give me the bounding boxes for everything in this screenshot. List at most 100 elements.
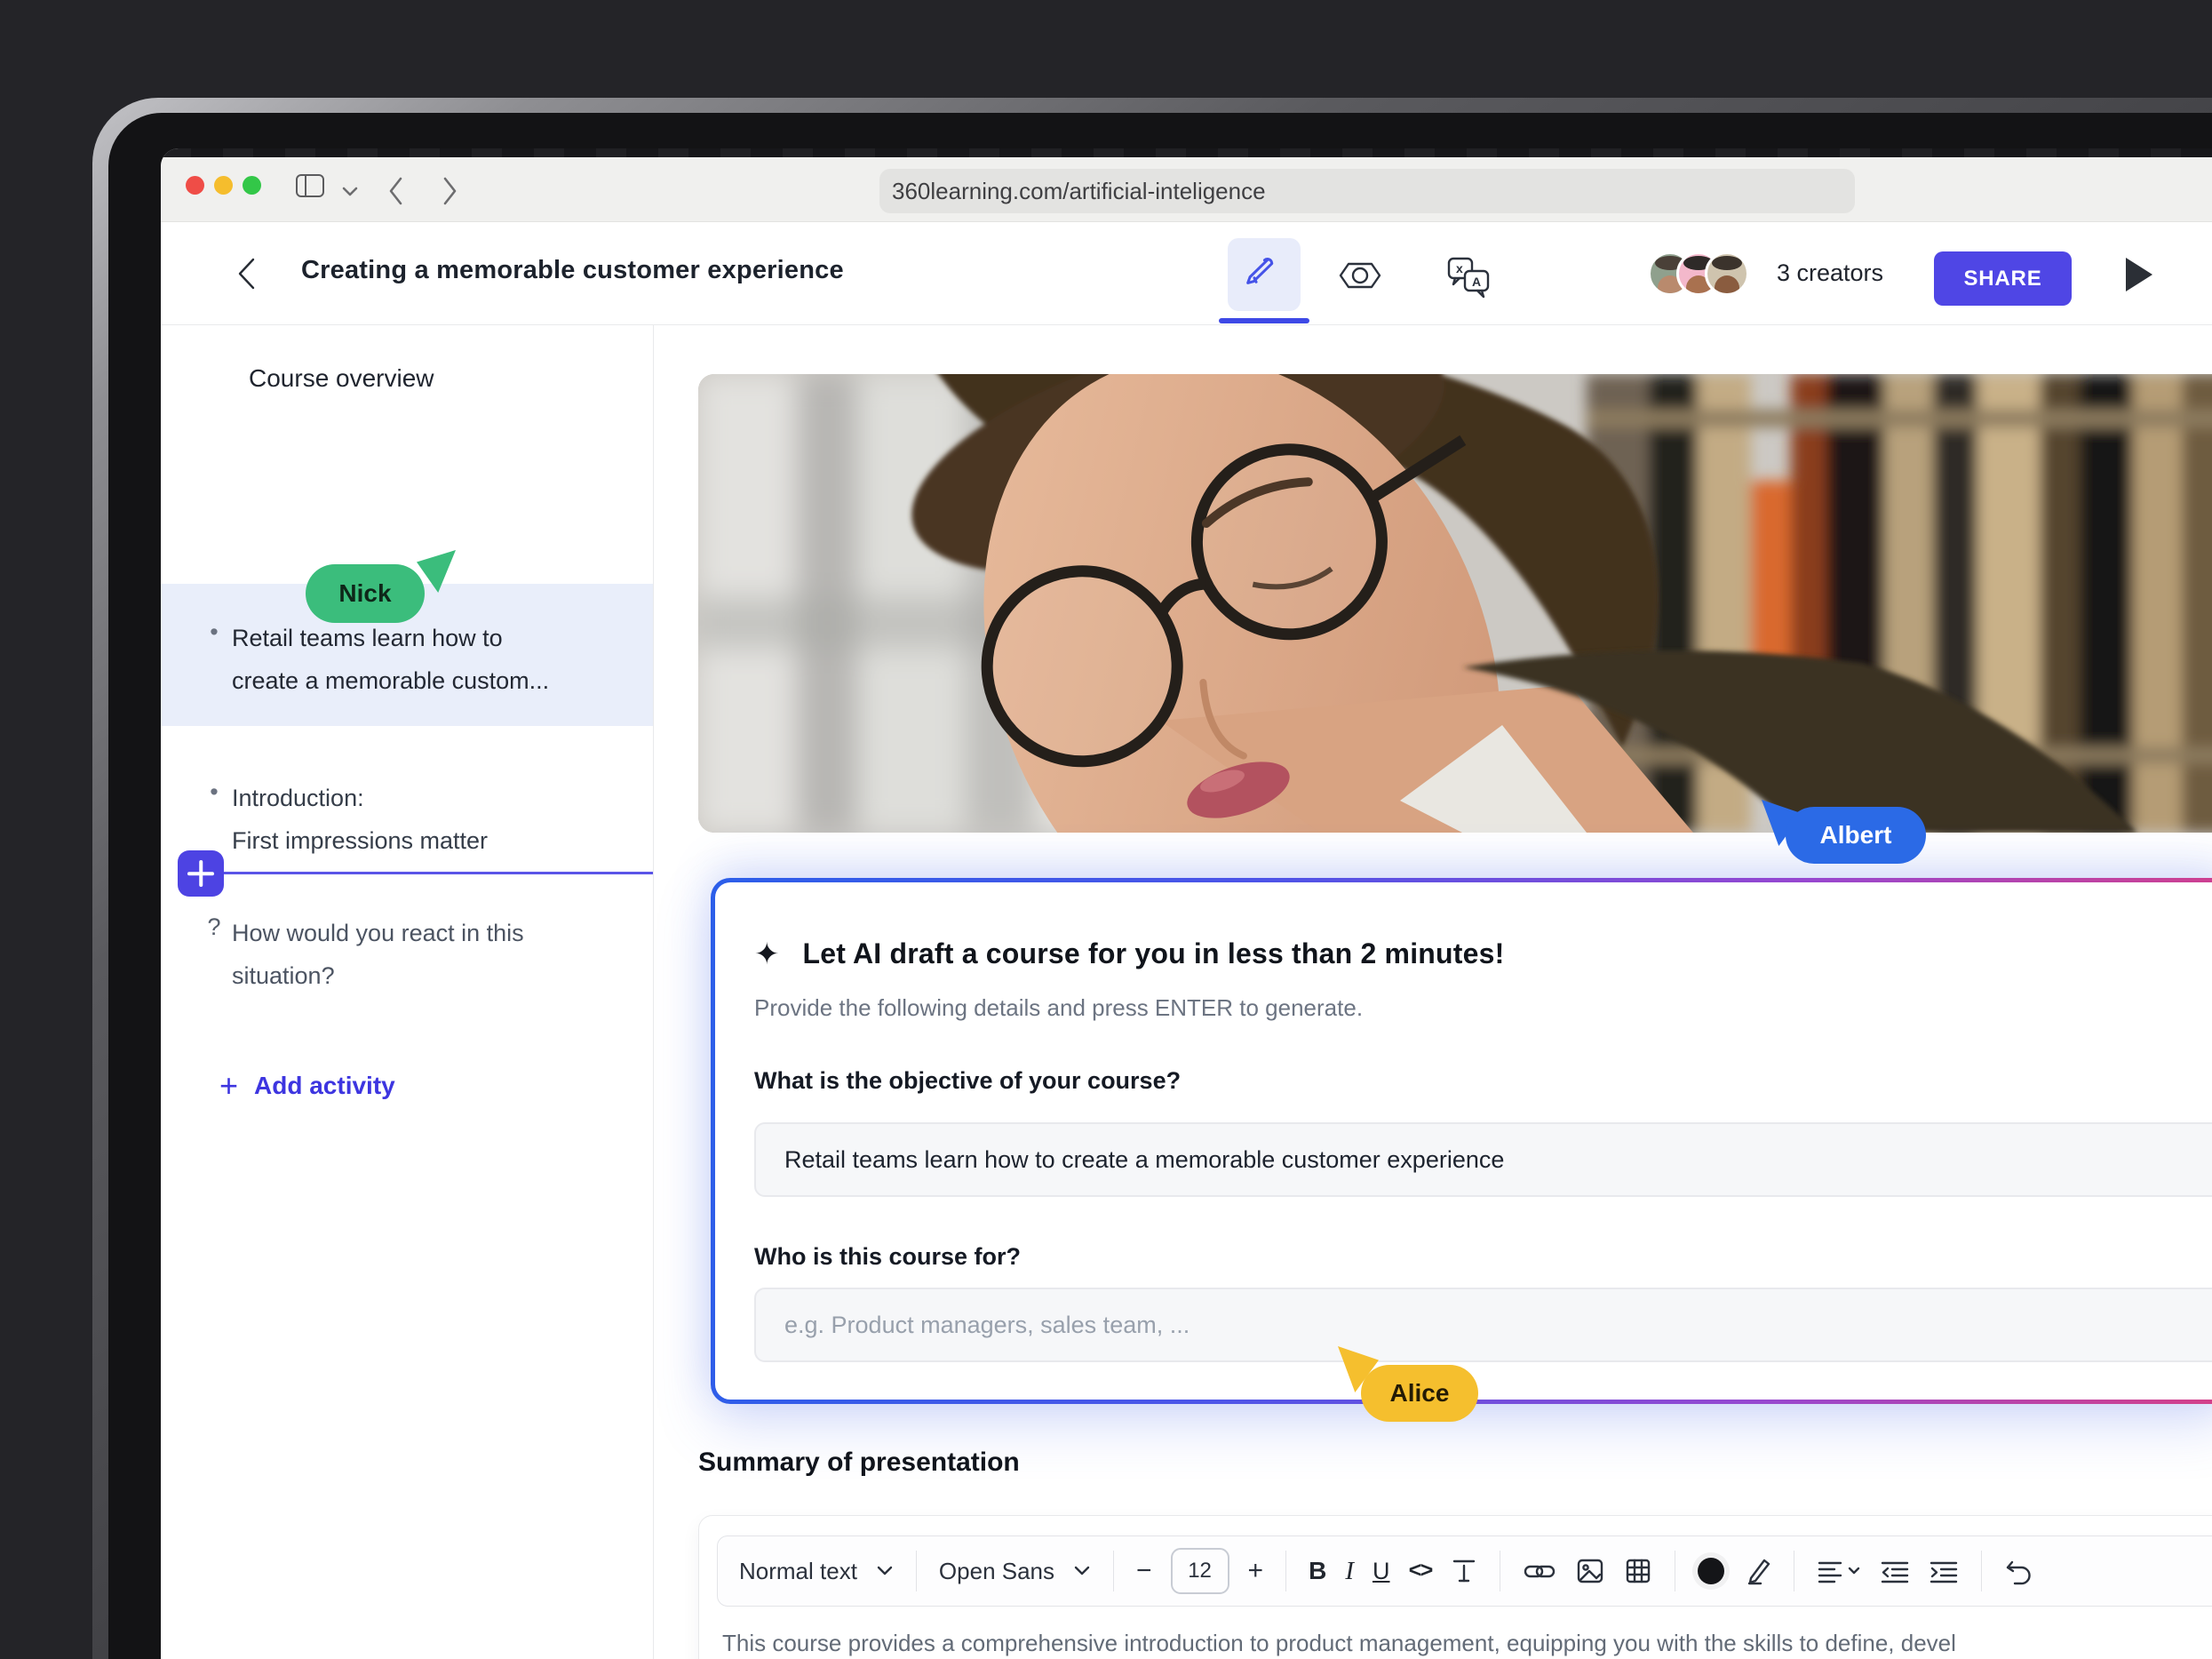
play-icon[interactable]: [2126, 258, 2152, 291]
outdent-icon: [1880, 1559, 1910, 1583]
nick-name: Nick: [338, 579, 391, 608]
rich-text-editor: Normal text Open Sans − 12 + B I U <>: [698, 1515, 2212, 1659]
hero-photo-illustration: [698, 374, 2212, 833]
item-line: create a memorable custom...: [232, 667, 549, 694]
font-size-input[interactable]: 12: [1171, 1548, 1229, 1594]
increase-font-size-button[interactable]: +: [1248, 1556, 1264, 1586]
pencil-icon: [1245, 255, 1284, 294]
underline-button[interactable]: U: [1373, 1558, 1390, 1585]
course-outline-sidebar: Course overview • Retail teams learn how…: [161, 325, 654, 1659]
zoom-window-button[interactable]: [243, 176, 261, 195]
preview-button[interactable]: [1333, 249, 1387, 302]
sidebar-item-introduction[interactable]: • Introduction: First impressions matter: [161, 777, 653, 862]
align-dropdown[interactable]: [1817, 1559, 1861, 1583]
chevron-down-icon[interactable]: [338, 182, 362, 200]
address-bar[interactable]: 360learning.com/artificial-inteligence: [879, 169, 1855, 213]
toolbar-divider: [916, 1551, 917, 1591]
ai-draft-card-border: ✦ Let AI draft a course for you in less …: [711, 878, 2212, 1404]
audience-label: Who is this course for?: [754, 1243, 1021, 1271]
course-overview-label: Course overview: [249, 364, 434, 393]
svg-text:x: x: [1456, 261, 1463, 275]
item-line: How would you react in this: [232, 920, 524, 946]
ai-card-subtitle: Provide the following details and press …: [754, 994, 1363, 1022]
link-icon: [1523, 1559, 1556, 1583]
paragraph-style-dropdown[interactable]: Normal text: [739, 1558, 857, 1585]
sparkle-icon: ✦: [754, 939, 780, 969]
browser-toolbar: 360learning.com/artificial-inteligence: [161, 157, 2212, 222]
add-activity-button[interactable]: + Add activity: [219, 1072, 395, 1100]
outdent-button[interactable]: [1880, 1559, 1910, 1583]
bullet-icon: •: [196, 777, 232, 862]
insert-link-button[interactable]: [1523, 1559, 1556, 1583]
indent-icon: [1929, 1559, 1959, 1583]
highlighter-pencil-icon: [1743, 1557, 1771, 1585]
italic-button[interactable]: I: [1345, 1557, 1354, 1586]
code-button[interactable]: <>: [1408, 1559, 1431, 1584]
toolbar-divider: [1113, 1551, 1114, 1591]
share-label: SHARE: [1963, 267, 2041, 291]
insert-activity-button[interactable]: [178, 850, 224, 897]
plus-icon: +: [219, 1073, 238, 1098]
translate-button[interactable]: x A: [1440, 249, 1497, 306]
share-button[interactable]: SHARE: [1934, 251, 2072, 306]
bold-button[interactable]: B: [1309, 1557, 1326, 1585]
clear-formatting-button[interactable]: [1451, 1557, 1477, 1585]
item-line: Retail teams learn how to: [232, 625, 503, 651]
eye-icon: [1337, 256, 1383, 295]
toolbar-divider: [1981, 1551, 1982, 1591]
albert-presence-pill: Albert: [1786, 807, 1926, 864]
alice-name: Alice: [1390, 1379, 1450, 1408]
text-color-button[interactable]: [1698, 1558, 1724, 1584]
back-chevron-icon[interactable]: [232, 252, 262, 295]
insert-indicator-line: [201, 872, 653, 874]
undo-button[interactable]: [2004, 1557, 2033, 1585]
clear-formatting-icon: [1451, 1557, 1477, 1585]
ai-card-title: Let AI draft a course for you in less th…: [803, 937, 1505, 970]
audience-input[interactable]: e.g. Product managers, sales team, ...: [754, 1288, 2212, 1362]
item-line: situation?: [232, 962, 335, 989]
question-icon: ?: [196, 912, 232, 997]
albert-name: Albert: [1820, 821, 1892, 849]
alice-presence-pill: Alice: [1361, 1365, 1478, 1422]
objective-label: What is the objective of your course?: [754, 1067, 1181, 1095]
editor-toolbar: Normal text Open Sans − 12 + B I U <>: [717, 1535, 2212, 1607]
back-icon[interactable]: [385, 171, 408, 211]
chevron-down-icon[interactable]: [1073, 1565, 1091, 1577]
edit-mode-button[interactable]: [1228, 238, 1301, 311]
close-window-button[interactable]: [186, 176, 204, 195]
sidebar-item-question[interactable]: ? How would you react in this situation?: [161, 912, 653, 997]
active-tab-underline: [1219, 318, 1309, 323]
indent-button[interactable]: [1929, 1559, 1959, 1583]
svg-text:A: A: [1472, 275, 1481, 289]
editor-body-text[interactable]: This course provides a comprehensive int…: [722, 1630, 2212, 1657]
decrease-font-size-button[interactable]: −: [1136, 1556, 1152, 1586]
color-swatch-icon: [1698, 1558, 1724, 1584]
insert-table-button[interactable]: [1624, 1557, 1652, 1585]
item-line: First impressions matter: [232, 827, 488, 854]
toolbar-divider: [1285, 1551, 1286, 1591]
highlight-button[interactable]: [1743, 1557, 1771, 1585]
browser-tabstrip: [161, 148, 2212, 157]
add-activity-label: Add activity: [254, 1072, 395, 1100]
objective-input[interactable]: Retail teams learn how to create a memor…: [754, 1122, 2212, 1197]
summary-heading: Summary of presentation: [698, 1448, 1020, 1478]
objective-value: Retail teams learn how to create a memor…: [784, 1146, 1504, 1174]
audience-placeholder: e.g. Product managers, sales team, ...: [784, 1312, 1190, 1339]
minimize-window-button[interactable]: [214, 176, 233, 195]
table-icon: [1624, 1557, 1652, 1585]
align-left-icon: [1817, 1559, 1843, 1583]
browser-sidebar-icon[interactable]: [296, 174, 324, 197]
url-text: 360learning.com/artificial-inteligence: [892, 178, 1266, 205]
chevron-down-icon[interactable]: [876, 1565, 894, 1577]
page-title: Creating a memorable customer experience: [301, 256, 844, 285]
insert-image-button[interactable]: [1575, 1557, 1605, 1585]
hero-image: [698, 374, 2212, 833]
creators-count: 3 creators: [1777, 259, 1883, 287]
image-icon: [1575, 1557, 1605, 1585]
undo-icon: [2004, 1557, 2033, 1585]
forward-icon[interactable]: [438, 171, 461, 211]
chevron-down-icon: [1847, 1566, 1861, 1576]
font-family-dropdown[interactable]: Open Sans: [939, 1558, 1054, 1585]
avatar: [1705, 251, 1749, 296]
browser-window: 360learning.com/artificial-inteligence C…: [161, 148, 2212, 1659]
